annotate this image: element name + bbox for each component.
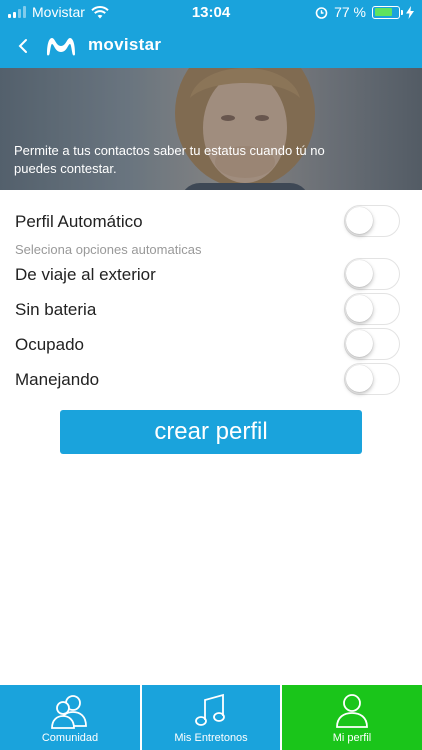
toggle-knob [346, 207, 373, 234]
profile-icon [336, 694, 368, 728]
alarm-icon [315, 6, 328, 19]
option-row-busy: Ocupado [0, 328, 422, 362]
charging-bolt-icon [406, 5, 414, 19]
option-row-travel: De viaje al exterior [0, 258, 422, 292]
option-toggle-travel[interactable] [344, 258, 400, 290]
battery-fill [374, 8, 393, 16]
option-label: De viaje al exterior [15, 265, 156, 284]
chevron-left-icon[interactable] [14, 34, 34, 58]
toggle-knob [346, 295, 373, 322]
option-label: Manejando [15, 370, 100, 389]
auto-profile-row: Perfil Automático [0, 205, 422, 239]
music-note-icon [195, 693, 225, 726]
hero-caption: Permite a tus contactos saber tu estatus… [14, 143, 325, 176]
option-toggle-battery[interactable] [344, 293, 400, 325]
option-toggle-busy[interactable] [344, 328, 400, 360]
battery-percent: 77 % [334, 4, 366, 20]
tab-entretonos[interactable]: Mis Entretonos [140, 685, 280, 750]
community-icon [51, 695, 87, 729]
create-profile-button[interactable]: crear perfil [60, 410, 362, 454]
toggle-knob [346, 330, 373, 357]
auto-profile-toggle[interactable] [344, 205, 400, 237]
option-label: Ocupado [15, 335, 84, 354]
tab-label: Comunidad [41, 732, 99, 744]
option-toggle-driving[interactable] [344, 363, 400, 395]
option-row-battery: Sin bateria [0, 293, 422, 327]
brand-name: movistar [88, 35, 162, 54]
tab-label: Mis Entretonos [174, 732, 248, 744]
hero-banner: Permite a tus contactos saber tu estatus… [0, 68, 422, 190]
toggle-knob [346, 260, 373, 287]
option-row-driving: Manejando [0, 363, 422, 397]
status-bar: Movistar 13:04 77 % [0, 0, 422, 24]
auto-profile-label: Perfil Automático [15, 212, 143, 231]
battery-icon [372, 5, 403, 19]
toggle-knob [346, 365, 373, 392]
status-right: 77 % [315, 4, 414, 20]
movistar-logo-icon [47, 38, 75, 56]
tab-community[interactable]: Comunidad [0, 685, 140, 750]
options-hint: Seleciona opciones automaticas [15, 242, 202, 257]
option-label: Sin bateria [15, 300, 97, 319]
tab-bar: Comunidad Mis Entretonos Mi perfil [0, 685, 422, 750]
tab-label: Mi perfil [332, 732, 372, 744]
nav-bar: movistar [0, 24, 422, 68]
tab-profile[interactable]: Mi perfil [280, 685, 422, 750]
